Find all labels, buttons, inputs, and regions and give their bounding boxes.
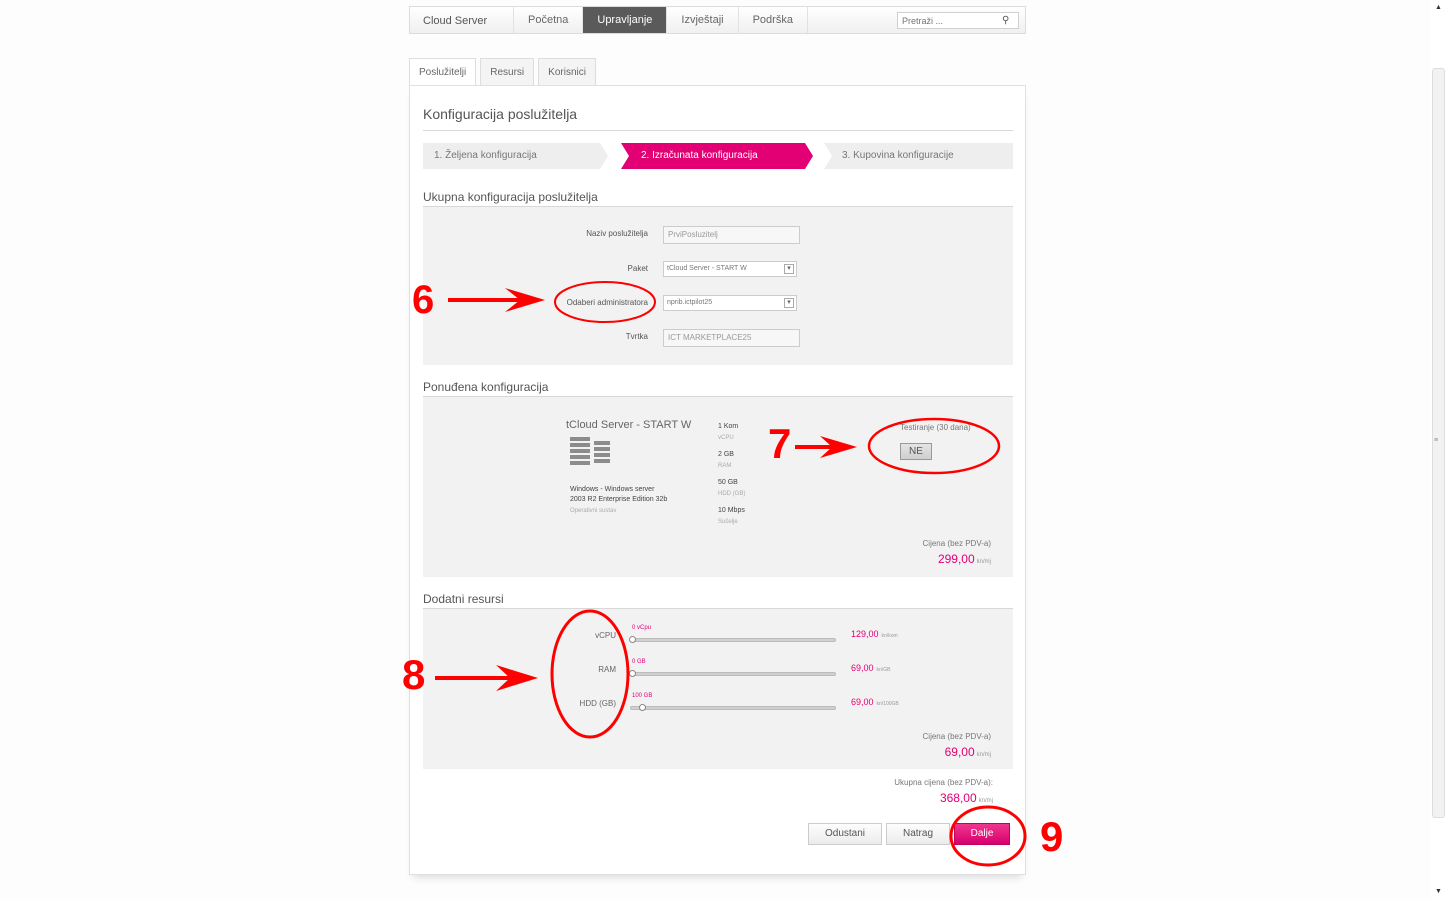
annotation-overlay — [435, 281, 1027, 867]
circle-8 — [550, 609, 630, 739]
page-scrollbar[interactable]: ▲ ≡ ▼ — [1430, 0, 1449, 899]
annotation-8: 8 — [402, 651, 426, 698]
annotation-7: 7 — [768, 420, 792, 467]
circle-7 — [867, 417, 1001, 475]
scroll-up-icon[interactable]: ▲ — [1435, 4, 1442, 11]
annotation-9: 9 — [1040, 813, 1064, 860]
page: Cloud Server Početna Upravljanje Izvješt… — [0, 0, 1449, 899]
circle-6 — [554, 281, 656, 323]
circle-9 — [949, 805, 1027, 867]
annotation-6: 6 — [412, 278, 435, 322]
scroll-down-icon[interactable]: ▼ — [1435, 888, 1442, 895]
grip-icon: ≡ — [1434, 437, 1439, 444]
